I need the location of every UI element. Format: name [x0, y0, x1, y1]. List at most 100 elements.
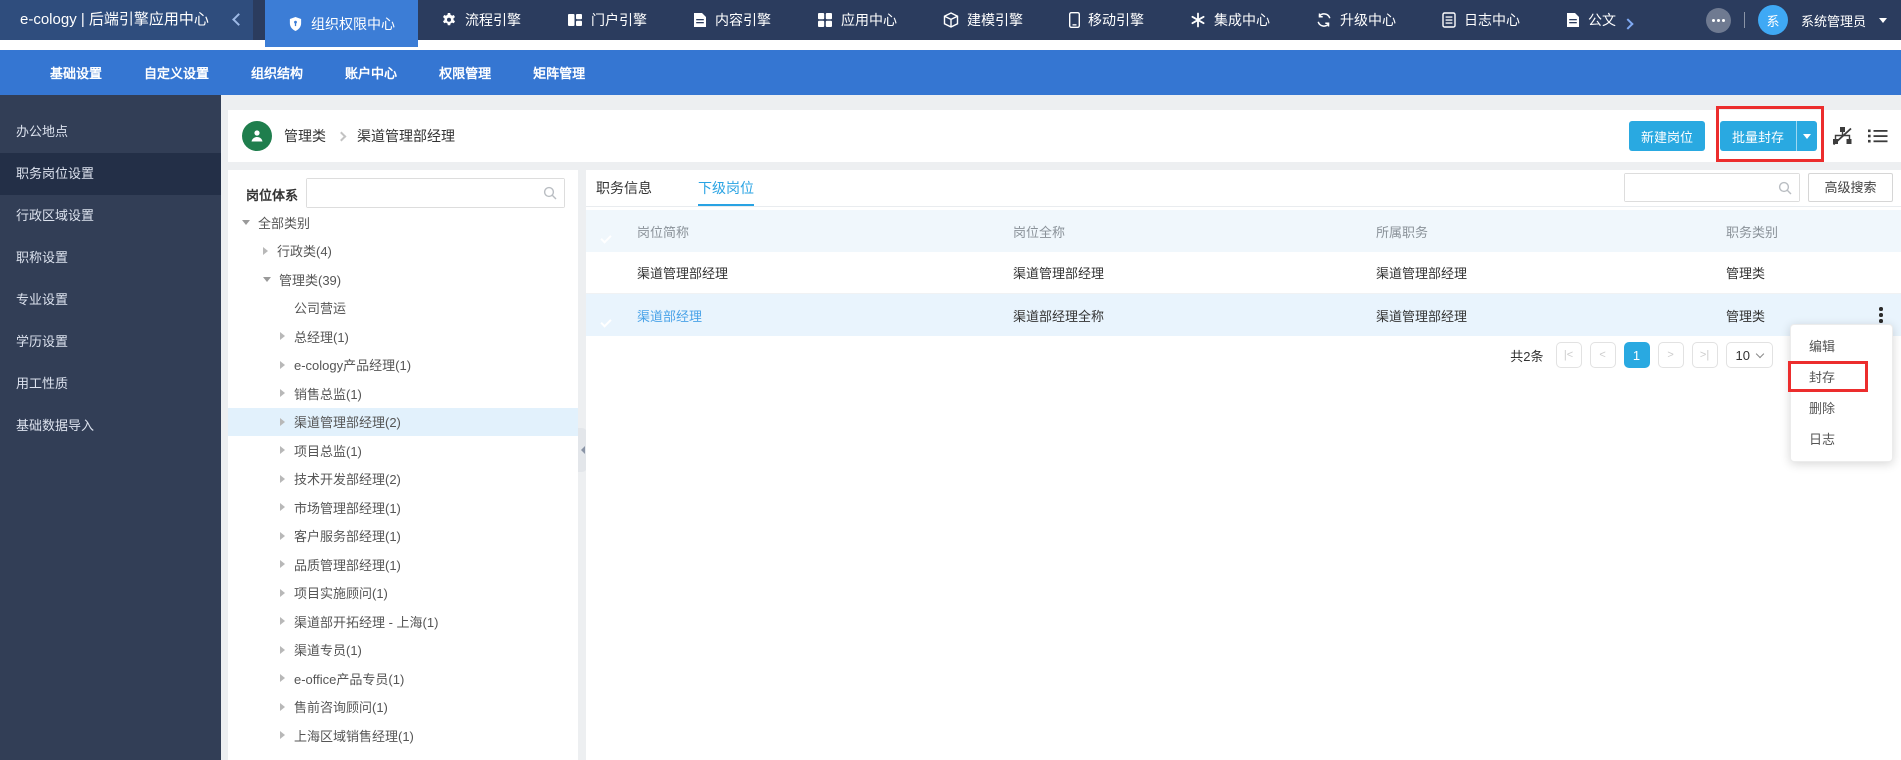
- tree-collapsed-icon[interactable]: [280, 474, 285, 483]
- tree-collapsed-icon[interactable]: [280, 617, 285, 626]
- new-position-button[interactable]: 新建岗位: [1628, 121, 1705, 151]
- tree-node-selected[interactable]: 渠道管理部经理(2): [228, 407, 578, 436]
- subnav-item-permission-mgmt[interactable]: 权限管理: [439, 63, 491, 82]
- tree-expanded-icon[interactable]: [263, 276, 271, 282]
- column-header-full-name: 岗位全称: [1013, 224, 1066, 240]
- sidebar-item-education-settings[interactable]: 学历设置: [0, 321, 221, 363]
- tree-node[interactable]: 技术开发部经理(2): [228, 465, 578, 494]
- tree-node[interactable]: 销售总监(1): [228, 379, 578, 408]
- last-page-button[interactable]: >|: [1691, 342, 1718, 368]
- tree-expanded-icon[interactable]: [242, 219, 250, 225]
- page-number-button[interactable]: 1: [1623, 342, 1650, 368]
- module-tab-official-doc[interactable]: 公文: [1543, 0, 1622, 40]
- module-tab-portal[interactable]: 门户引擎: [544, 0, 670, 40]
- sidebar-item-base-data-import[interactable]: 基础数据导入: [0, 405, 221, 447]
- tree-collapsed-icon[interactable]: [280, 588, 285, 597]
- user-name[interactable]: 系统管理员: [1801, 11, 1866, 30]
- module-tab-org-permission[interactable]: 组织权限中心: [265, 0, 418, 47]
- module-tab-content[interactable]: 内容引擎: [670, 0, 794, 40]
- tree-collapsed-icon[interactable]: [280, 731, 285, 740]
- module-tab-upgrade[interactable]: 升级中心: [1293, 0, 1419, 40]
- batch-archive-dropdown-button[interactable]: [1796, 121, 1817, 151]
- module-tab-mobile[interactable]: 移动引擎: [1046, 0, 1167, 40]
- tree-collapsed-icon[interactable]: [280, 531, 285, 540]
- tree-node[interactable]: 项目总监(1): [228, 436, 578, 465]
- list-search-input[interactable]: [1625, 174, 1799, 201]
- person-icon: [242, 121, 272, 151]
- tree-panel-title: 岗位体系: [246, 188, 299, 203]
- tree-node[interactable]: 全部类别: [228, 208, 578, 237]
- tree-collapsed-icon[interactable]: [280, 702, 285, 711]
- sidebar-item-major-settings[interactable]: 专业设置: [0, 279, 221, 321]
- tree-node[interactable]: 管理类(39): [228, 265, 578, 294]
- tree-collapsed-icon[interactable]: [280, 332, 285, 341]
- tree-node[interactable]: 市场管理部经理(1): [228, 493, 578, 522]
- module-tab-log[interactable]: 日志中心: [1419, 0, 1543, 40]
- tree-collapsed-icon[interactable]: [280, 674, 285, 683]
- tree-node[interactable]: 总经理(1): [228, 322, 578, 351]
- tab-job-info[interactable]: 职务信息: [596, 170, 652, 206]
- tree-collapsed-icon[interactable]: [280, 560, 285, 569]
- tree-node[interactable]: e-cology产品经理(1): [228, 351, 578, 380]
- tree-collapsed-icon[interactable]: [263, 246, 268, 255]
- tree-node[interactable]: e-office产品专员(1): [228, 664, 578, 693]
- menu-item-delete[interactable]: 删除: [1791, 393, 1892, 424]
- chevron-left-icon: [580, 446, 585, 454]
- tree-node[interactable]: 品质管理部经理(1): [228, 550, 578, 579]
- tree-collapsed-icon[interactable]: [280, 417, 285, 426]
- menu-item-archive[interactable]: 封存: [1791, 362, 1892, 393]
- subnav-item-org-structure[interactable]: 组织结构: [251, 63, 303, 82]
- module-tab-app-center[interactable]: 应用中心: [794, 0, 920, 40]
- tree-collapsed-icon[interactable]: [280, 446, 285, 455]
- sidebar-item-position-settings[interactable]: 职务岗位设置: [0, 153, 221, 195]
- tree-node[interactable]: 售前咨询顾问(1): [228, 693, 578, 722]
- module-tab-integration[interactable]: 集成中心: [1167, 0, 1293, 40]
- sidebar-item-admin-region[interactable]: 行政区域设置: [0, 195, 221, 237]
- menu-item-log[interactable]: 日志: [1791, 424, 1892, 455]
- table-row-selected[interactable]: 渠道部经理 渠道部经理全称 渠道管理部经理 管理类: [586, 294, 1901, 336]
- page-size-select[interactable]: 10: [1725, 342, 1773, 368]
- first-page-button[interactable]: |<: [1555, 342, 1582, 368]
- tree-node[interactable]: 行政类(4): [228, 237, 578, 266]
- tree-node[interactable]: 客户服务部经理(1): [228, 522, 578, 551]
- chevron-right-icon[interactable]: [1622, 17, 1634, 30]
- cell-short-name-link[interactable]: 渠道部经理: [637, 309, 702, 324]
- sidebar-item-title-settings[interactable]: 职称设置: [0, 237, 221, 279]
- tree-node[interactable]: 渠道部开拓经理 - 上海(1): [228, 607, 578, 636]
- menu-item-edit[interactable]: 编辑: [1791, 331, 1892, 362]
- module-tab-modeling[interactable]: 建模引擎: [920, 0, 1046, 40]
- tab-sub-positions[interactable]: 下级岗位: [698, 170, 754, 206]
- subnav-item-account-center[interactable]: 账户中心: [345, 63, 397, 82]
- breadcrumb-category[interactable]: 管理类: [284, 126, 326, 146]
- sidebar-item-employment-type[interactable]: 用工性质: [0, 363, 221, 405]
- tree-node[interactable]: 项目实施顾问(1): [228, 579, 578, 608]
- subnav-item-matrix-mgmt[interactable]: 矩阵管理: [533, 63, 585, 82]
- tree-node[interactable]: 上海区域销售经理(1): [228, 721, 578, 750]
- org-chart-view-icon[interactable]: [1832, 126, 1853, 146]
- tree-node[interactable]: 公司营运: [228, 294, 578, 323]
- sidebar-item-office-location[interactable]: 办公地点: [0, 111, 221, 153]
- subnav-item-custom-settings[interactable]: 自定义设置: [144, 63, 209, 82]
- batch-archive-button[interactable]: 批量封存: [1719, 121, 1796, 151]
- prev-page-button[interactable]: <: [1589, 342, 1616, 368]
- column-header-category: 职务类别: [1726, 224, 1779, 240]
- tree-collapsed-icon[interactable]: [280, 503, 285, 512]
- tree-node[interactable]: 渠道专员(1): [228, 636, 578, 665]
- avatar[interactable]: 系: [1757, 5, 1788, 35]
- subnav-item-basic-settings[interactable]: 基础设置: [50, 63, 102, 82]
- chevron-down-icon[interactable]: [1879, 17, 1887, 23]
- advanced-search-button[interactable]: 高级搜索: [1808, 173, 1893, 202]
- cell-full-name: 渠道部经理全称: [1013, 308, 1105, 324]
- tree-collapsed-icon[interactable]: [280, 645, 285, 654]
- next-page-button[interactable]: >: [1657, 342, 1684, 368]
- tree-collapsed-icon[interactable]: [280, 360, 285, 369]
- tree-search-input[interactable]: [307, 179, 564, 207]
- more-options-icon[interactable]: [1705, 7, 1731, 33]
- module-tab-workflow[interactable]: 流程引擎: [418, 0, 544, 40]
- tree-collapsed-icon[interactable]: [280, 389, 285, 398]
- list-view-icon[interactable]: [1868, 128, 1888, 144]
- portal-grid-icon: [567, 12, 583, 28]
- integration-icon: [1190, 12, 1206, 28]
- pagination-total: 共2条: [1510, 348, 1544, 364]
- table-row[interactable]: 渠道管理部经理 渠道管理部经理 渠道管理部经理 管理类: [586, 252, 1901, 294]
